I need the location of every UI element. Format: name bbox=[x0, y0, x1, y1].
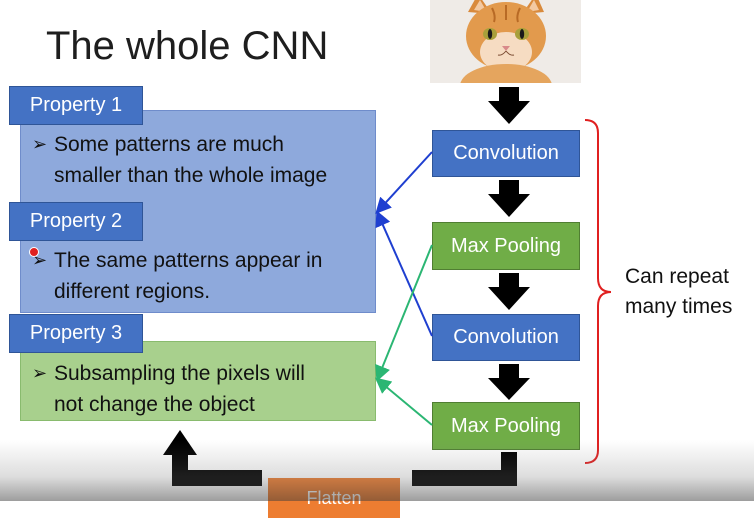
pointer-dot-icon bbox=[29, 247, 39, 257]
bullet-arrow-icon: ➢ bbox=[32, 363, 48, 383]
property-3-text: ➢ Subsampling the pixels will not change… bbox=[20, 358, 376, 420]
down-arrow-icon bbox=[488, 180, 530, 217]
property-1-line-2: smaller than the whole image bbox=[54, 164, 328, 187]
max-pooling-box-1: Max Pooling bbox=[432, 222, 580, 270]
down-arrow-icon bbox=[488, 364, 530, 400]
property-1-tab: Property 1 bbox=[9, 86, 143, 125]
down-arrow-icon bbox=[488, 87, 530, 124]
bullet-arrow-icon: ➢ bbox=[32, 134, 48, 154]
up-arrow-icon bbox=[163, 430, 197, 455]
repeat-label-line-1: Can repeat bbox=[625, 265, 729, 288]
convolution-box-2: Convolution bbox=[432, 314, 580, 361]
down-arrow-icon bbox=[488, 273, 530, 310]
convolution-box-1: Convolution bbox=[432, 130, 580, 177]
repeat-label-line-2: many times bbox=[625, 295, 733, 318]
cat-face-icon bbox=[430, 0, 581, 108]
property-2-line-1: The same patterns appear in bbox=[54, 249, 323, 272]
repeat-brace bbox=[584, 119, 612, 464]
property-3-tab: Property 3 bbox=[9, 314, 143, 353]
flatten-path-left bbox=[172, 452, 262, 486]
flatten-path-right bbox=[412, 452, 517, 486]
property-2-line-2: different regions. bbox=[54, 280, 211, 303]
max-pooling-box-2: Max Pooling bbox=[432, 402, 580, 450]
slide-title: The whole CNN bbox=[46, 24, 329, 68]
flatten-box: Flatten bbox=[268, 478, 400, 518]
property-1-text: ➢ Some patterns are much smaller than th… bbox=[20, 129, 376, 191]
property-3-line-1: Subsampling the pixels will bbox=[54, 362, 305, 385]
repeat-label: Can repeat many times bbox=[625, 262, 732, 322]
kitten-image bbox=[430, 0, 581, 108]
property-1-line-1: Some patterns are much bbox=[54, 133, 284, 156]
property-2-tab: Property 2 bbox=[9, 202, 143, 241]
property-3-line-2: not change the object bbox=[54, 393, 255, 416]
property-2-text: ➢ The same patterns appear in different … bbox=[20, 245, 376, 307]
